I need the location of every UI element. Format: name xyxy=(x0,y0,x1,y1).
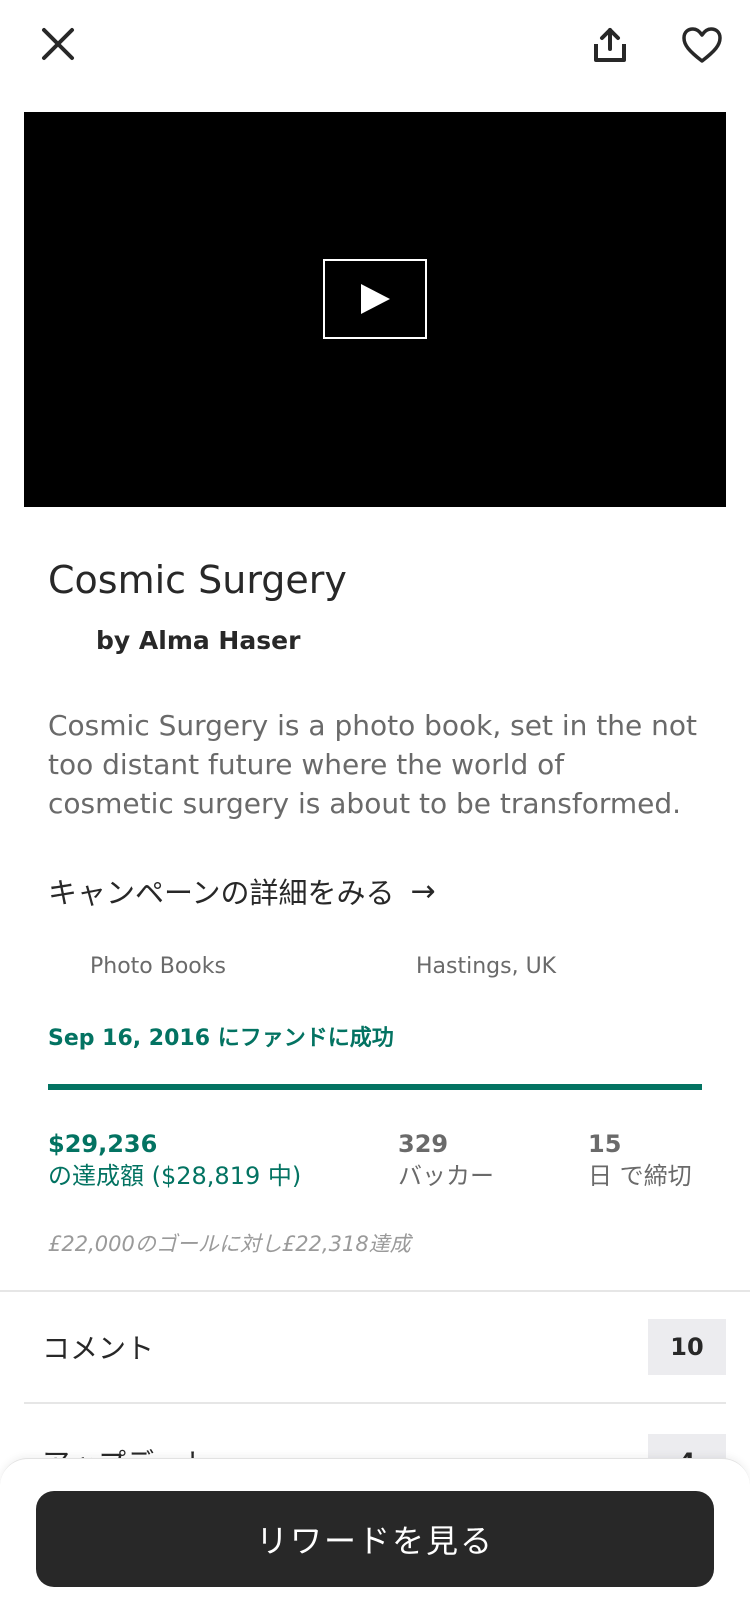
location-label[interactable]: Hastings, UK xyxy=(416,954,556,979)
project-title: Cosmic Surgery xyxy=(48,558,347,602)
share-icon xyxy=(594,28,626,62)
video-player[interactable] xyxy=(24,112,726,507)
backers-count: 329 xyxy=(398,1130,449,1158)
arrow-right-icon: → xyxy=(410,873,436,909)
close-button[interactable] xyxy=(30,14,86,74)
play-icon xyxy=(361,284,390,314)
pledged-amount: $29,236 xyxy=(48,1130,158,1158)
days-stat: 15 日 で締切 xyxy=(588,1128,692,1192)
top-bar xyxy=(0,0,750,100)
backers-label: バッカー xyxy=(398,1162,494,1190)
funding-progress-bar xyxy=(48,1084,702,1090)
share-button[interactable] xyxy=(580,14,640,76)
category-label[interactable]: Photo Books xyxy=(90,954,226,979)
creator-name[interactable]: by Alma Haser xyxy=(96,626,300,655)
days-label: 日 で締切 xyxy=(588,1162,692,1190)
days-count: 15 xyxy=(588,1130,622,1158)
comments-label: コメント xyxy=(42,1332,155,1365)
pledged-label: の達成額 ($28,819 中) xyxy=(48,1162,302,1190)
project-blurb: Cosmic Surgery is a photo book, set in t… xyxy=(48,709,698,820)
comments-row[interactable]: コメント 10 xyxy=(24,1292,726,1404)
campaign-details-link[interactable]: キャンペーンの詳細をみる → xyxy=(48,870,436,912)
close-icon xyxy=(42,28,74,60)
funded-status: Sep 16, 2016 にファンドに成功 xyxy=(48,1026,394,1051)
campaign-details-label: キャンペーンの詳細をみる xyxy=(48,876,395,910)
pledged-stat: $29,236 の達成額 ($28,819 中) xyxy=(48,1128,301,1192)
backers-stat: 329 バッカー xyxy=(398,1128,494,1192)
favorite-button[interactable] xyxy=(672,14,732,76)
funding-progress-fill xyxy=(48,1084,702,1090)
bottom-action-sheet: リワードを見る xyxy=(0,1458,750,1624)
view-rewards-button[interactable]: リワードを見る xyxy=(36,1491,714,1587)
play-button[interactable] xyxy=(323,259,427,339)
comments-count-badge: 10 xyxy=(648,1319,726,1375)
heart-icon xyxy=(682,27,722,63)
converted-goal-note: £22,000のゴールに対し£22,318達成 xyxy=(48,1232,411,1256)
